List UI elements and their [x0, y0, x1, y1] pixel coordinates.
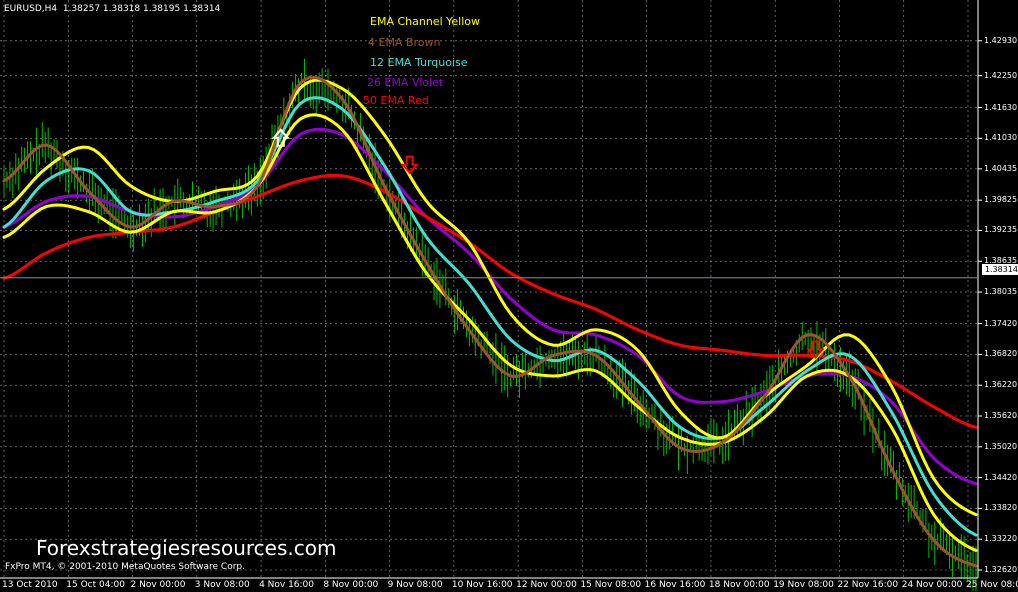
y-tick-label: 1.34420	[984, 472, 1018, 482]
y-tick-label: 1.36220	[984, 380, 1018, 390]
y-tick-label: 1.33820	[984, 503, 1018, 513]
legend-12-ema: 12 EMA Turquoise	[370, 56, 468, 69]
x-tick-label: 10 Nov 16:00	[451, 580, 513, 590]
x-tick-label: 4 Nov 16:00	[259, 580, 315, 590]
y-tick-label: 1.42250	[984, 70, 1018, 80]
x-tick-label: 3 Nov 08:00	[194, 580, 250, 590]
x-tick-label: 16 Nov 16:00	[644, 580, 706, 590]
y-tick-label: 1.41630	[984, 102, 1018, 112]
symbol-header: EURUSD,H4 1.38257 1.38318 1.38195 1.3831…	[4, 4, 221, 14]
y-tick-label: 1.38635	[984, 256, 1018, 266]
legend-4-ema: 4 EMA Brown	[368, 36, 441, 49]
copyright: FxPro MT4, © 2001-2010 MetaQuotes Softwa…	[5, 562, 245, 572]
x-tick-label: 12 Nov 00:00	[516, 580, 577, 590]
x-tick-label: 15 Nov 08:00	[580, 580, 642, 590]
y-tick-label: 1.37420	[984, 318, 1018, 328]
price-chart[interactable]	[0, 0, 1018, 592]
x-tick-label: 13 Oct 2010	[2, 580, 58, 590]
current-price-label: 1.38314	[982, 264, 1018, 275]
y-tick-label: 1.35620	[984, 411, 1018, 420]
y-tick-label: 1.35020	[984, 441, 1018, 451]
y-tick-label: 1.39235	[984, 225, 1018, 235]
y-tick-label: 1.38035	[984, 287, 1018, 297]
y-tick-label: 1.32620	[984, 565, 1018, 574]
y-tick-label: 1.42930	[984, 35, 1018, 45]
y-tick-label: 1.41030	[984, 133, 1018, 143]
x-tick-label: 15 Oct 04:00	[66, 580, 125, 590]
x-tick-label: 9 Nov 08:00	[387, 580, 443, 590]
y-tick-label: 1.36820	[984, 349, 1018, 359]
y-tick-label: 1.33220	[984, 534, 1018, 544]
y-tick-label: 1.40435	[984, 163, 1018, 173]
x-tick-label: 18 Nov 00:00	[708, 580, 770, 590]
legend-ema-channel: EMA Channel Yellow	[370, 15, 480, 28]
y-tick-label: 1.39825	[984, 195, 1018, 205]
x-tick-label: 8 Nov 00:00	[323, 580, 379, 590]
x-tick-label: 2 Nov 00:00	[130, 580, 186, 590]
legend-26-ema: 26 EMA Violet	[367, 76, 444, 89]
watermark: Forexstrategiesresources.com	[36, 536, 337, 560]
x-tick-label: 22 Nov 16:00	[837, 580, 899, 590]
x-tick-label: 24 Nov 00:00	[901, 580, 963, 590]
legend-50-ema: 50 EMA Red	[363, 94, 429, 107]
x-tick-label: 25 Nov 08:00	[966, 580, 1018, 590]
x-tick-label: 19 Nov 08:00	[773, 580, 834, 590]
